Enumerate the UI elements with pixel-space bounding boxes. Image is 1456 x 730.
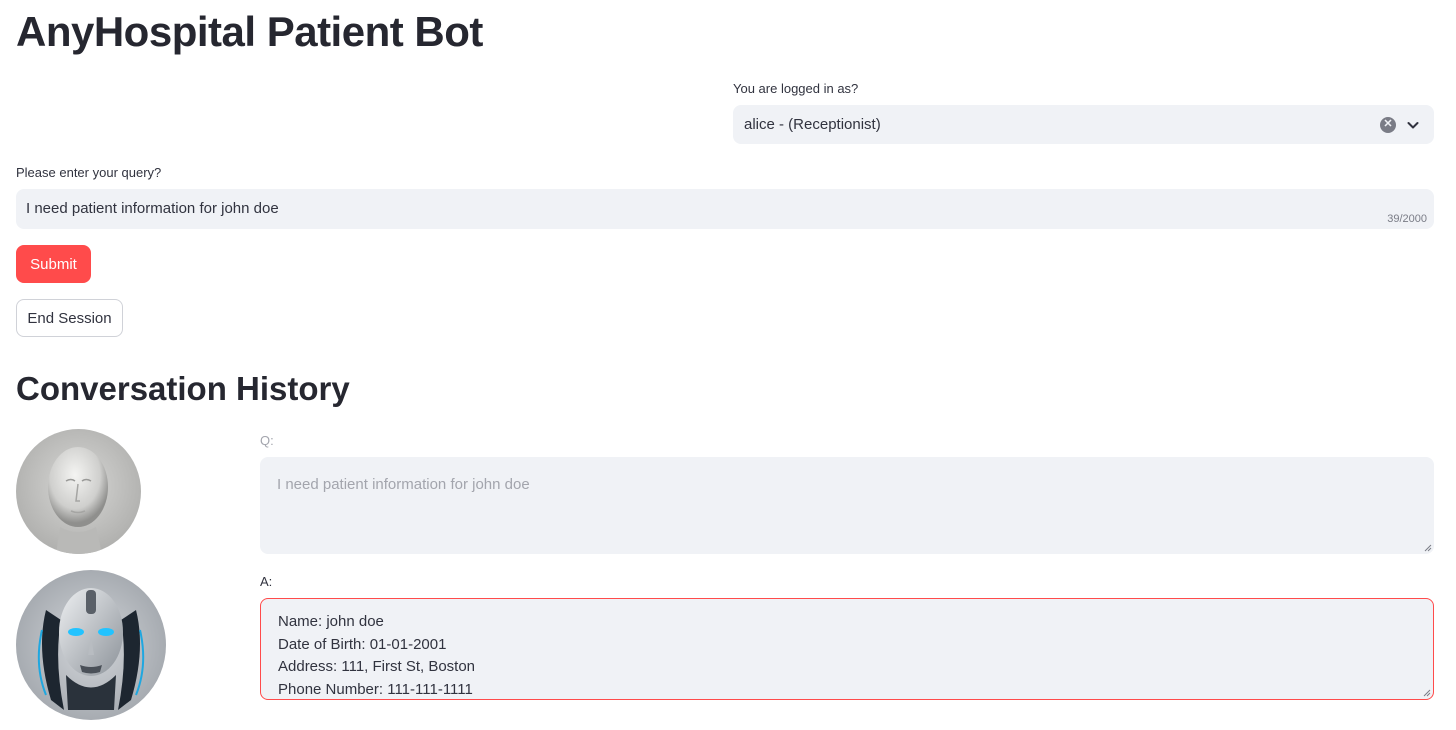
answer-line: Phone Number: 111-111-1111 xyxy=(278,680,473,698)
resize-handle-icon[interactable] xyxy=(1424,544,1432,552)
query-input-value: I need patient information for john doe xyxy=(26,200,279,217)
login-select-value: alice - (Receptionist) xyxy=(744,116,881,133)
mannequin-head-avatar xyxy=(16,429,141,554)
query-input[interactable]: I need patient information for john doe … xyxy=(16,189,1434,229)
user-avatar xyxy=(16,429,141,554)
login-select[interactable]: alice - (Receptionist) ✕ xyxy=(733,105,1434,144)
question-textarea[interactable]: I need patient information for john doe xyxy=(260,457,1434,554)
submit-button[interactable]: Submit xyxy=(16,245,91,283)
chevron-down-icon[interactable] xyxy=(1406,118,1420,132)
page-title: AnyHospital Patient Bot xyxy=(16,8,483,55)
clear-icon[interactable]: ✕ xyxy=(1380,116,1396,133)
question-text: I need patient information for john doe xyxy=(277,476,530,493)
answer-line: Date of Birth: 01-01-2001 xyxy=(278,635,447,653)
answer-line: Name: john doe xyxy=(278,613,384,630)
conversation-history-title: Conversation History xyxy=(16,370,350,407)
question-label: Q: xyxy=(260,433,274,448)
resize-handle-icon[interactable] xyxy=(1423,689,1431,697)
answer-textarea[interactable]: Name: john doe Date of Birth: 01-01-2001… xyxy=(260,598,1434,700)
end-session-button[interactable]: End Session xyxy=(16,299,123,337)
char-count: 39/2000 xyxy=(1387,213,1427,225)
login-select-label: You are logged in as? xyxy=(733,81,859,96)
bot-avatar xyxy=(16,570,166,720)
answer-line: Address: 111, First St, Boston xyxy=(278,658,476,676)
query-input-label: Please enter your query? xyxy=(16,165,162,180)
robot-head-avatar xyxy=(16,570,166,720)
answer-label: A: xyxy=(260,574,273,589)
